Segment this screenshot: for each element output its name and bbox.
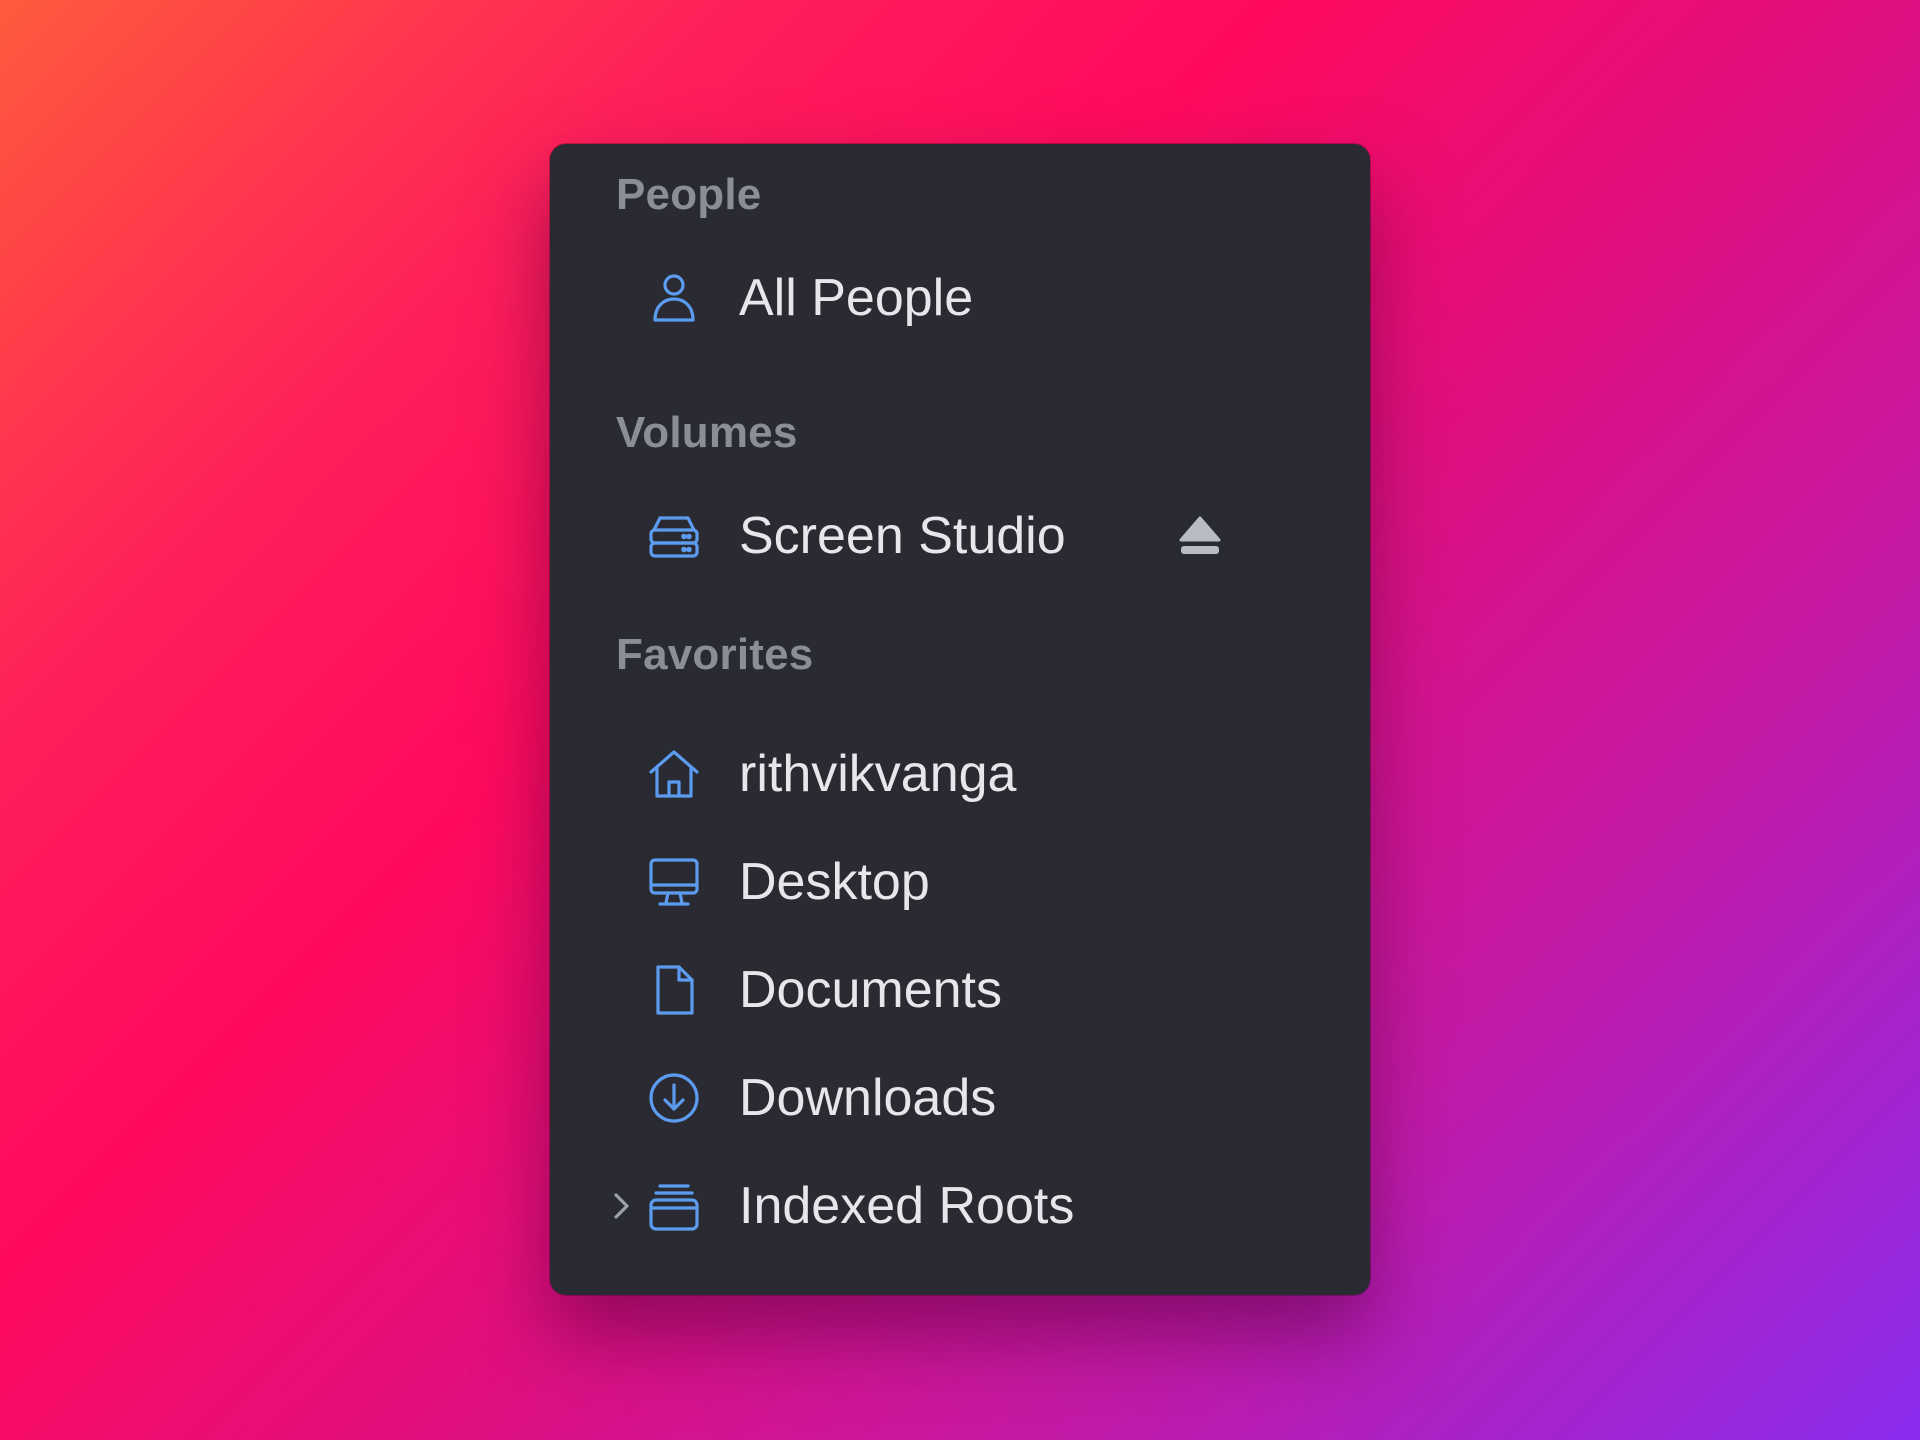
- document-icon: [646, 962, 702, 1018]
- sidebar-item-label: Screen Studio: [739, 507, 1066, 565]
- sidebar-item-indexed-roots[interactable]: Indexed Roots: [550, 1158, 1370, 1254]
- home-icon: [646, 746, 702, 802]
- sidebar-item-label: Indexed Roots: [739, 1177, 1075, 1235]
- person-icon: [646, 270, 702, 326]
- sidebar-item-documents[interactable]: Documents: [550, 942, 1370, 1038]
- sidebar-item-desktop[interactable]: Desktop: [550, 834, 1370, 930]
- sidebar-item-rithvikvanga[interactable]: rithvikvanga: [550, 726, 1370, 822]
- sidebar-item-label: rithvikvanga: [739, 745, 1017, 803]
- desktop-icon: [646, 854, 702, 910]
- drive-icon: [646, 508, 702, 564]
- section-title-people: People: [616, 170, 762, 219]
- chevron-right-icon[interactable]: [610, 1188, 634, 1224]
- section-title-volumes: Volumes: [616, 408, 798, 457]
- sidebar-item-downloads[interactable]: Downloads: [550, 1050, 1370, 1146]
- sidebar-item-label: All People: [739, 269, 974, 327]
- eject-icon[interactable]: [1176, 512, 1224, 560]
- sidebar-item-label: Downloads: [739, 1069, 997, 1127]
- sidebar-item-label: Documents: [739, 961, 1002, 1019]
- sidebar-item-label: Desktop: [739, 853, 930, 911]
- sidebar-item-all-people[interactable]: All People: [550, 250, 1370, 346]
- sidebar-item-screen-studio[interactable]: Screen Studio: [550, 488, 1370, 584]
- sidebar-panel: People All People Volumes Screen Studio: [550, 144, 1370, 1295]
- download-icon: [646, 1070, 702, 1126]
- archive-stack-icon: [646, 1178, 702, 1234]
- section-title-favorites: Favorites: [616, 630, 814, 679]
